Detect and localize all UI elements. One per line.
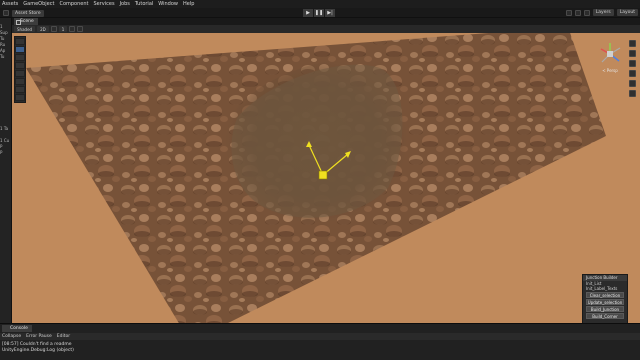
shading-mode-dropdown[interactable]: Shaded	[14, 26, 36, 32]
axis-cube-icon[interactable]	[596, 40, 624, 68]
update-selection-button[interactable]: Update_selection	[586, 299, 624, 305]
terrain-view[interactable]	[12, 33, 640, 323]
build-junction-button[interactable]: Build_Junction	[586, 306, 624, 312]
menu-bar: Assets GameObject Component Services Job…	[0, 0, 640, 8]
view-option-icon[interactable]	[629, 90, 636, 97]
clear-selection-button[interactable]: Clear_selection	[586, 292, 624, 298]
snap-icon[interactable]	[77, 26, 84, 32]
scene-toolbar: Shaded 2D 1	[12, 25, 640, 33]
menu-window[interactable]: Window	[158, 0, 178, 8]
hierarchy-row[interactable]: P	[0, 150, 11, 155]
scale-tool-icon[interactable]	[15, 62, 25, 69]
build-corner-button[interactable]: Build_Corner	[586, 313, 624, 319]
step-button[interactable]: ▶|	[325, 9, 335, 17]
grid-icon[interactable]	[69, 26, 76, 32]
view-option-icon[interactable]	[629, 60, 636, 67]
view-option-icon[interactable]	[629, 80, 636, 87]
hierarchy-row[interactable]: Tu	[0, 36, 11, 41]
extra-tool-icon[interactable]	[15, 94, 25, 101]
menu-gameobject[interactable]: GameObject	[23, 0, 54, 8]
hierarchy-row[interactable]: P	[0, 144, 11, 149]
tool-palette	[14, 36, 26, 103]
view-option-icon[interactable]	[629, 50, 636, 57]
main-toolbar: Asset Store ▶ ❚❚ ▶| Layers Layout	[0, 8, 640, 18]
hierarchy-row[interactable]: Ap	[0, 48, 11, 53]
hierarchy-row[interactable]: 1 Ta	[0, 126, 11, 131]
menu-tutorial[interactable]: Tutorial	[135, 0, 153, 8]
gizmos-count[interactable]: 1	[58, 26, 68, 32]
tab-console[interactable]: Console	[2, 325, 32, 332]
console-toolbar: Collapse Error Pause Editor	[0, 333, 640, 340]
hierarchy-row[interactable]: 1	[0, 24, 11, 29]
collapse-toggle[interactable]: Collapse	[2, 334, 21, 339]
menu-component[interactable]: Component	[59, 0, 88, 8]
hierarchy-row[interactable]: Tu	[0, 54, 11, 59]
tab-scene[interactable]: Scene	[14, 18, 38, 25]
hierarchy-panel-edge: 1 Sup Tu Ru Ap Tu 1 Ta 1 Cu P P	[0, 18, 12, 323]
console-panel: Console Collapse Error Pause Editor [08:…	[0, 323, 640, 360]
console-log-line[interactable]: UnityEngine.Debug:Log (object)	[2, 348, 74, 354]
view-option-icon[interactable]	[629, 70, 636, 77]
search-icon[interactable]	[574, 9, 581, 16]
hierarchy-row[interactable]: 1 Cu	[0, 138, 11, 143]
scene-tabbar: Scene	[12, 18, 640, 25]
asset-store-button[interactable]: Asset Store	[12, 9, 44, 17]
hierarchy-row[interactable]: Sup	[0, 30, 11, 35]
play-button[interactable]: ▶	[303, 9, 313, 17]
transform-tool-icon[interactable]	[15, 78, 25, 85]
menu-assets[interactable]: Assets	[2, 0, 18, 8]
view-options-strip	[629, 40, 637, 100]
hierarchy-row[interactable]: Ru	[0, 42, 11, 47]
custom-tool-icon[interactable]	[15, 86, 25, 93]
hand-tool-icon[interactable]	[15, 38, 25, 45]
account-icon[interactable]	[3, 10, 9, 16]
menu-services[interactable]: Services	[93, 0, 114, 8]
2d-toggle[interactable]: 2D	[37, 26, 49, 32]
menu-help[interactable]: Help	[183, 0, 194, 8]
layout-dropdown[interactable]: Layout	[616, 9, 638, 16]
perspective-label[interactable]: < Persp	[596, 68, 624, 73]
pause-button[interactable]: ❚❚	[314, 9, 324, 17]
editor-dropdown[interactable]: Editor	[57, 334, 70, 339]
error-pause-toggle[interactable]: Error Pause	[26, 334, 52, 339]
junction-builder-panel: Junction Builder Init_List Init_Label_Te…	[582, 274, 628, 324]
init-label-texts-field[interactable]: Init_Label_Texts	[583, 286, 627, 291]
rotate-tool-icon[interactable]	[15, 54, 25, 61]
view-option-icon[interactable]	[629, 40, 636, 47]
orientation-gizmo[interactable]: < Persp	[596, 40, 624, 78]
lighting-icon[interactable]	[50, 26, 57, 32]
history-icon[interactable]	[565, 9, 572, 16]
menu-jobs[interactable]: Jobs	[120, 0, 130, 8]
move-tool-icon[interactable]	[15, 46, 25, 53]
scene-viewport[interactable]	[12, 33, 640, 323]
cloud-icon[interactable]	[583, 9, 590, 16]
layers-dropdown[interactable]: Layers	[592, 9, 614, 16]
rect-tool-icon[interactable]	[15, 70, 25, 77]
